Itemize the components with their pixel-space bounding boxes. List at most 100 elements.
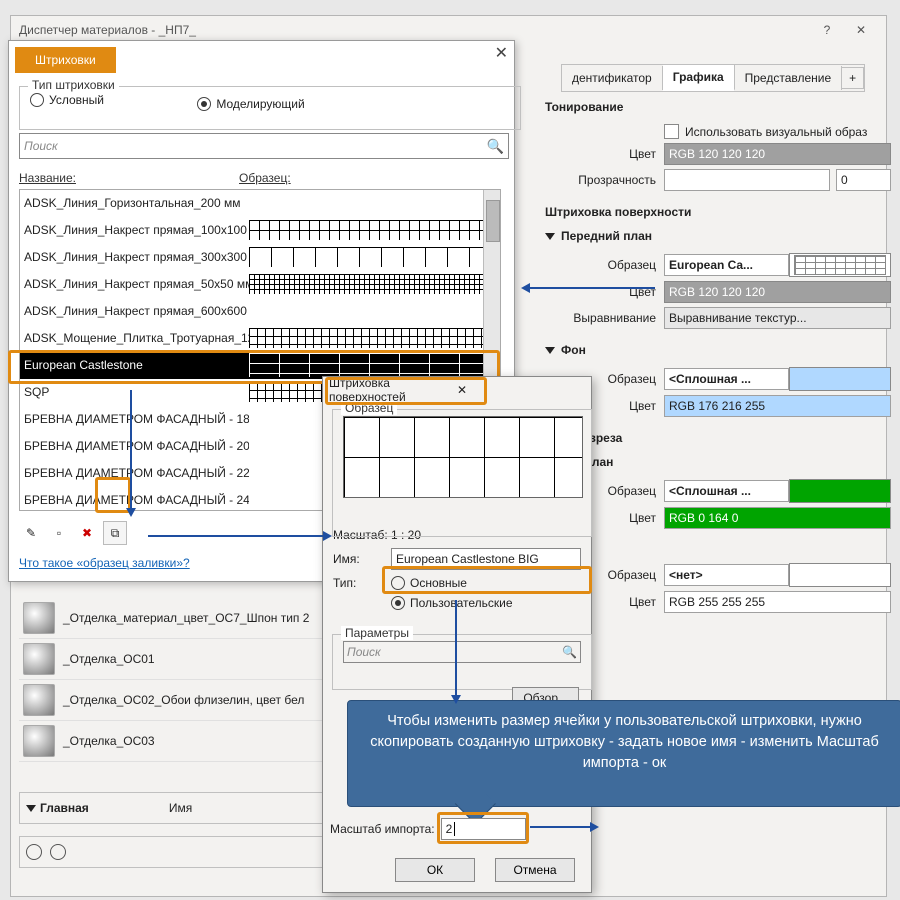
dlg2-type-user[interactable]: Пользовательские bbox=[391, 596, 513, 610]
bg-sample[interactable]: <Сплошная ... bbox=[664, 368, 789, 390]
search-icon[interactable]: 🔍 bbox=[487, 138, 504, 155]
cut-color[interactable]: RGB 0 164 0 bbox=[664, 507, 891, 529]
tint-transp-slider[interactable] bbox=[664, 169, 830, 191]
fore-color[interactable]: RGB 120 120 120 bbox=[664, 281, 891, 303]
hatch-search-placeholder: Поиск bbox=[24, 139, 58, 153]
fore-sample-swatch[interactable] bbox=[789, 253, 891, 277]
dlg2-param-legend: Параметры bbox=[341, 626, 413, 640]
main-tab-label[interactable]: Главная bbox=[40, 801, 89, 815]
group-tinting: Тонирование Использовать визуальный обра… bbox=[541, 96, 891, 195]
hatch-type-modeling[interactable]: Моделирующий bbox=[197, 97, 304, 111]
dlg2-name-input[interactable]: European Castlestone BIG bbox=[391, 548, 581, 570]
material-thumb-icon bbox=[23, 725, 55, 757]
hatch-type-legend: Тип штриховки bbox=[28, 78, 119, 92]
dlg2-titlebar: Штриховка поверхностей ✕ bbox=[323, 377, 591, 403]
group-nosample: Образец<нет> ЦветRGB 255 255 255 bbox=[541, 559, 891, 617]
ns-swatch[interactable] bbox=[789, 563, 891, 587]
hatch-name: БРЕВНА ДИАМЕТРОМ ФАСАДНЫЙ - 220 bbox=[20, 466, 249, 480]
import-scale-input[interactable]: 2 bbox=[441, 818, 526, 840]
arrow-right-2 bbox=[530, 826, 590, 828]
tab-identifier[interactable]: дентификатор bbox=[562, 66, 663, 90]
delete-icon: ✖ bbox=[82, 526, 92, 540]
hatch-name: ADSK_Линия_Горизонтальная_200 мм bbox=[20, 196, 249, 210]
dlg2-title: Штриховка поверхностей bbox=[329, 376, 457, 404]
arrow-down-2 bbox=[455, 600, 457, 695]
ok-button[interactable]: ОК bbox=[395, 858, 475, 882]
fore-align[interactable]: Выравнивание текстур... bbox=[664, 307, 891, 329]
ns-sample[interactable]: <нет> bbox=[664, 564, 789, 586]
whats-fill-link[interactable]: Что такое «образец заливки»? bbox=[19, 556, 190, 570]
hatch-search-input[interactable]: Поиск 🔍 bbox=[19, 133, 509, 159]
cut-sample[interactable]: <Сплошная ... bbox=[664, 480, 789, 502]
tool-circle-1[interactable] bbox=[26, 844, 42, 860]
use-image-checkbox[interactable] bbox=[664, 124, 679, 139]
hatch-edit-button[interactable]: ✎ bbox=[19, 521, 43, 545]
arrow-down-1 bbox=[130, 390, 132, 508]
surf-hatch-head: Штриховка поверхности bbox=[545, 205, 691, 219]
hatch-copy-button[interactable]: ⧉ bbox=[103, 521, 127, 545]
hatch-row[interactable]: ADSK_Мощение_Плитка_Тротуарная_12 bbox=[20, 325, 500, 352]
hatch-toolbar: ✎ ▫ ✖ ⧉ bbox=[19, 521, 127, 545]
tab-graphics[interactable]: Графика bbox=[663, 65, 735, 91]
hatch-row[interactable]: ADSK_Линия_Накрест прямая_100x100 м bbox=[20, 217, 500, 244]
dlg2-close-icon[interactable]: ✕ bbox=[457, 383, 585, 397]
hatch-row[interactable]: ADSK_Линия_Накрест прямая_600x600 м bbox=[20, 298, 500, 325]
material-item[interactable]: _Отделка_ОС03 bbox=[19, 721, 329, 762]
dlg2-param-fieldset: Параметры Поиск🔍 bbox=[332, 634, 592, 690]
hatch-row-selected[interactable]: European Castlestone bbox=[20, 352, 500, 379]
help-button[interactable]: ? bbox=[810, 16, 844, 44]
hatch-name: ADSK_Мощение_Плитка_Тротуарная_12 bbox=[20, 331, 249, 345]
surface-hatch-dialog: Штриховка поверхностей ✕ Образец Масштаб… bbox=[322, 376, 592, 893]
hatch-name: БРЕВНА ДИАМЕТРОМ ФАСАДНЫЙ - 240 bbox=[20, 493, 249, 507]
new-icon: ▫ bbox=[57, 526, 61, 540]
cut-swatch[interactable] bbox=[789, 479, 891, 503]
tab-presentation[interactable]: Представление bbox=[735, 66, 843, 90]
material-item[interactable]: _Отделка_ОС01 bbox=[19, 639, 329, 680]
hatch-type-conditional[interactable]: Условный bbox=[30, 93, 104, 107]
collapse-icon[interactable] bbox=[26, 805, 36, 812]
bg-color[interactable]: RGB 176 216 255 bbox=[664, 395, 891, 417]
bg-swatch[interactable] bbox=[789, 367, 891, 391]
use-image-label: Использовать визуальный образ bbox=[685, 125, 867, 139]
dlg2-sample-fieldset: Образец bbox=[332, 409, 592, 537]
hatch-delete-button[interactable]: ✖ bbox=[75, 521, 99, 545]
dlg2-okbar: ОК Отмена bbox=[395, 858, 575, 882]
material-item[interactable]: _Отделка_материал_цвет_ОС7_Шпон тип 2 bbox=[19, 598, 329, 639]
dlg2-type-basic[interactable]: Основные bbox=[391, 576, 467, 590]
hatch-row[interactable]: ADSK_Линия_Горизонтальная_200 мм bbox=[20, 190, 500, 217]
fore-sample-name[interactable]: European Ca... bbox=[664, 254, 789, 276]
group-foreground: Передний план ОбразецEuropean Ca... Цвет… bbox=[541, 225, 891, 333]
hatch-type-cond-label: Условный bbox=[49, 93, 104, 107]
dlg2-sample-legend: Образец bbox=[341, 401, 397, 415]
hatch-list-header: Название: Образец: bbox=[19, 171, 499, 185]
tool-circle-2[interactable] bbox=[50, 844, 66, 860]
tab-add[interactable]: + bbox=[841, 67, 864, 89]
search-icon[interactable]: 🔍 bbox=[562, 645, 577, 659]
tint-color-label: Цвет bbox=[541, 147, 664, 161]
group-cut-fore: едний план Образец<Сплошная ... ЦветRGB … bbox=[541, 451, 891, 533]
hatch-col-sample: Образец: bbox=[239, 171, 291, 185]
arrow-right-1 bbox=[148, 535, 323, 537]
material-item[interactable]: _Отделка_ОС02_Обои флизелин, цвет бел bbox=[19, 680, 329, 721]
material-thumb-icon bbox=[23, 643, 55, 675]
hatch-new-button[interactable]: ▫ bbox=[47, 521, 71, 545]
dlg2-type-label: Тип: bbox=[333, 576, 385, 590]
material-name: _Отделка_ОС01 bbox=[63, 652, 155, 666]
material-list: _Отделка_материал_цвет_ОС7_Шпон тип 2 _О… bbox=[19, 598, 329, 762]
hatch-col-name[interactable]: Название: bbox=[19, 171, 239, 185]
hatch-close-icon[interactable]: ✕ bbox=[495, 43, 508, 63]
ns-color[interactable]: RGB 255 255 255 bbox=[664, 591, 891, 613]
dlg2-param-search[interactable]: Поиск🔍 bbox=[343, 641, 581, 663]
cancel-button[interactable]: Отмена bbox=[495, 858, 575, 882]
hatch-name: БРЕВНА ДИАМЕТРОМ ФАСАДНЫЙ - 200 bbox=[20, 439, 249, 453]
material-thumb-icon bbox=[23, 684, 55, 716]
import-scale-label: Масштаб импорта: bbox=[330, 822, 435, 836]
tint-color[interactable]: RGB 120 120 120 bbox=[664, 143, 891, 165]
right-panel: Тонирование Использовать визуальный обра… bbox=[541, 96, 891, 623]
window-title: Диспетчер материалов - _НП7_ bbox=[19, 23, 810, 37]
hatch-name: ADSK_Линия_Накрест прямая_600x600 м bbox=[20, 304, 249, 318]
tint-transp-value[interactable]: 0 bbox=[836, 169, 891, 191]
hatch-row[interactable]: ADSK_Линия_Накрест прямая_50x50 мм bbox=[20, 271, 500, 298]
hatch-row[interactable]: ADSK_Линия_Накрест прямая_300x300 м bbox=[20, 244, 500, 271]
close-button[interactable]: ✕ bbox=[844, 16, 878, 44]
